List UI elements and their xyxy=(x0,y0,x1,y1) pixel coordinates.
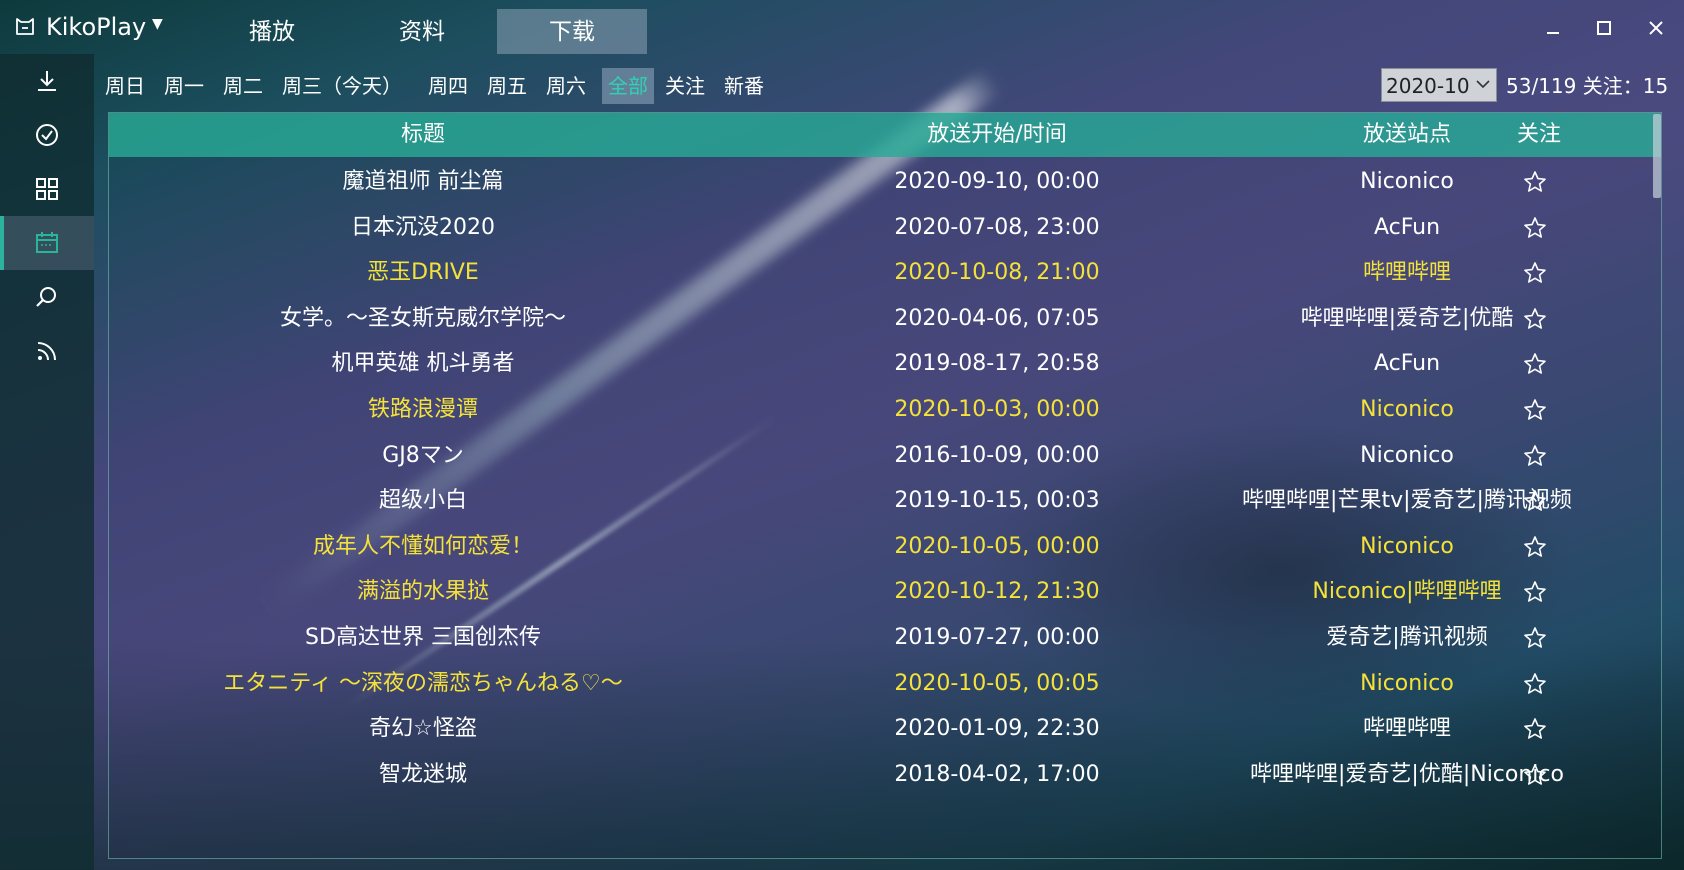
row-site: Niconico xyxy=(1360,442,1454,468)
sidebar xyxy=(0,54,94,870)
row-site: 哔哩哔哩|芒果tv|爱奇艺|腾讯视频 xyxy=(1242,488,1572,514)
row-title: 铁路浪漫谭 xyxy=(367,397,478,422)
sidebar-item-rss[interactable] xyxy=(0,324,94,378)
row-site: 爱奇艺|腾讯视频 xyxy=(1326,625,1488,650)
tab-play[interactable]: 播放 xyxy=(197,9,347,54)
row-site: AcFun xyxy=(1373,214,1441,240)
filter-monday[interactable]: 周一 xyxy=(158,68,210,104)
follow-star-icon[interactable] xyxy=(1523,398,1547,422)
row-site: AcFun xyxy=(1373,351,1441,377)
row-title: 智龙迷城 xyxy=(378,761,467,787)
table-row[interactable]: 女学。～圣女斯克威尔学院～ 2020-04-06, 07:05 哔哩哔哩|爱奇艺|优… xyxy=(109,294,1661,343)
row-title: SD高达世界 三国创杰传 xyxy=(305,625,541,650)
grid-icon xyxy=(36,178,58,200)
rss-icon xyxy=(37,342,56,361)
filter-tuesday[interactable]: 周二 xyxy=(217,68,269,104)
row-title: 超级小白 xyxy=(378,488,467,514)
row-title: 日本沉没2020 xyxy=(351,214,495,240)
table-row[interactable]: GJ8マン 2016-10-09, 00:00 Niconico xyxy=(109,431,1661,480)
calendar-icon xyxy=(36,232,58,253)
download-icon xyxy=(38,71,56,91)
table-row[interactable]: 满溢的水果挞 2020-10-12, 21:30 Niconico|哔哩哔哩 xyxy=(109,567,1661,616)
row-site: 哔哩哔哩|爱奇艺|优酷 xyxy=(1300,305,1514,331)
follow-star-icon[interactable] xyxy=(1523,307,1547,331)
close-icon[interactable] xyxy=(1642,14,1670,42)
follow-star-icon[interactable] xyxy=(1523,763,1547,787)
filter-following[interactable]: 关注 xyxy=(659,68,711,104)
row-title: 满溢的水果挞 xyxy=(356,579,489,605)
month-select-value: 2020-10 xyxy=(1386,74,1470,98)
filter-saturday[interactable]: 周六 xyxy=(540,68,592,104)
month-select[interactable]: 2020-10 xyxy=(1381,68,1497,102)
tab-library[interactable]: 资料 xyxy=(347,9,497,54)
follow-star-icon[interactable] xyxy=(1523,626,1547,650)
table-row[interactable]: 奇幻☆怪盗 2020-01-09, 22:30 哔哩哔哩 xyxy=(109,704,1661,753)
row-site: Niconico|哔哩哔哩 xyxy=(1312,579,1502,605)
table-row[interactable]: 超级小白 2019-10-15, 00:03 哔哩哔哩|芒果tv|爱奇艺|腾讯视频 xyxy=(109,476,1661,525)
tab-download[interactable]: 下载 xyxy=(497,9,647,54)
app-menu-caret-icon[interactable]: ▼ xyxy=(152,16,163,32)
maximize-icon[interactable] xyxy=(1590,14,1618,42)
title-bar: KikoPlay ▼ 播放 资料 下载 xyxy=(0,0,1684,54)
follow-star-icon[interactable] xyxy=(1523,489,1547,513)
row-title: 成年人不懂如何恋爱！ xyxy=(312,533,533,559)
app-logo-icon xyxy=(16,18,34,35)
follow-star-icon[interactable] xyxy=(1523,672,1547,696)
row-site: 哔哩哔哩|爱奇艺|优酷|Niconico xyxy=(1250,761,1564,787)
check-circle-icon xyxy=(36,124,58,146)
row-title: 机甲英雄 机斗勇者 xyxy=(331,351,515,377)
table-row[interactable]: 智龙迷城 2018-04-02, 17:00 哔哩哔哩|爱奇艺|优酷|Niconic… xyxy=(109,750,1661,799)
search-icon xyxy=(36,287,56,307)
filter-new-season[interactable]: 新番 xyxy=(718,68,770,104)
header-follow[interactable]: 关注 xyxy=(1489,113,1589,157)
header-title[interactable]: 标题 xyxy=(109,113,737,157)
filter-thursday[interactable]: 周四 xyxy=(422,68,474,104)
table-header: 标题 放送开始/时间 放送站点 关注 xyxy=(109,113,1661,157)
row-site: 哔哩哔哩 xyxy=(1362,716,1451,742)
follow-star-icon[interactable] xyxy=(1523,352,1547,376)
row-site: Niconico xyxy=(1360,533,1454,559)
table-row[interactable]: 魔道祖师 前尘篇 2020-09-10, 00:00 Niconico xyxy=(109,157,1661,206)
row-title: 魔道祖师 前尘篇 xyxy=(342,169,504,194)
sidebar-item-calendar[interactable] xyxy=(0,216,94,270)
scrollbar-thumb[interactable] xyxy=(1653,114,1661,198)
row-title: 奇幻☆怪盗 xyxy=(369,716,477,742)
table-row[interactable]: 成年人不懂如何恋爱！ 2020-10-05, 00:00 Niconico xyxy=(109,522,1661,571)
row-title: 恶玉DRIVE xyxy=(367,260,479,286)
scrollbar[interactable] xyxy=(1652,112,1662,859)
filter-all[interactable]: 全部 xyxy=(602,68,654,104)
table-row[interactable]: 铁路浪漫谭 2020-10-03, 00:00 Niconico xyxy=(109,385,1661,434)
sidebar-item-download[interactable] xyxy=(0,54,94,108)
row-site: Niconico xyxy=(1360,670,1454,696)
follow-star-icon[interactable] xyxy=(1523,535,1547,559)
minimize-icon[interactable] xyxy=(1539,14,1567,42)
table-row[interactable]: SD高达世界 三国创杰传 2019-07-27, 00:00 爱奇艺|腾讯视频 xyxy=(109,613,1661,662)
table-row[interactable]: エタニティ ～深夜の濡恋ちゃんねる♡～ 2020-10-05, 00:05 Nico… xyxy=(109,659,1661,708)
row-site: Niconico xyxy=(1360,169,1454,194)
chevron-down-icon xyxy=(1476,80,1490,89)
schedule-table: 标题 放送开始/时间 放送站点 关注 魔道祖师 前尘篇 2020-09-10, 0… xyxy=(108,112,1662,859)
follow-star-icon[interactable] xyxy=(1523,580,1547,604)
table-row[interactable]: 恶玉DRIVE 2020-10-08, 21:00 哔哩哔哩 xyxy=(109,248,1661,297)
count-status: 53/119 关注：15 xyxy=(1506,74,1669,98)
sidebar-item-search[interactable] xyxy=(0,270,94,324)
follow-star-icon[interactable] xyxy=(1523,216,1547,240)
row-title: 女学。～圣女斯克威尔学院～ xyxy=(279,305,566,331)
follow-star-icon[interactable] xyxy=(1523,444,1547,468)
sidebar-item-grid[interactable] xyxy=(0,162,94,216)
table-row[interactable]: 日本沉没2020 2020-07-08, 23:00 AcFun xyxy=(109,203,1661,252)
app-title[interactable]: KikoPlay xyxy=(46,12,146,42)
row-site: Niconico xyxy=(1360,397,1454,422)
row-site: 哔哩哔哩 xyxy=(1362,260,1451,286)
table-row[interactable]: 机甲英雄 机斗勇者 2019-08-17, 20:58 AcFun xyxy=(109,339,1661,388)
row-title: GJ8マン xyxy=(382,442,464,468)
follow-star-icon[interactable] xyxy=(1523,170,1547,194)
row-title: エタニティ ～深夜の濡恋ちゃんねる♡～ xyxy=(223,670,623,696)
filter-friday[interactable]: 周五 xyxy=(481,68,533,104)
follow-star-icon[interactable] xyxy=(1523,261,1547,285)
filter-sunday[interactable]: 周日 xyxy=(99,68,151,104)
filter-wednesday-today[interactable]: 周三（今天） xyxy=(276,68,408,104)
sidebar-item-finished[interactable] xyxy=(0,108,94,162)
follow-star-icon[interactable] xyxy=(1523,717,1547,741)
